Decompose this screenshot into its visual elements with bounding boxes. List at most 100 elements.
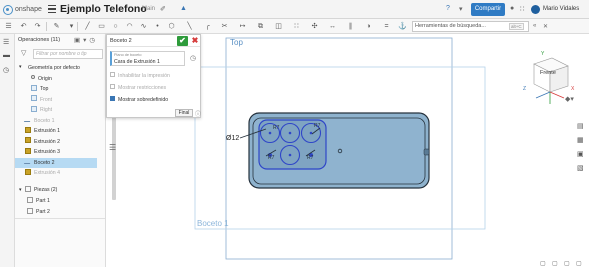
rotate-icon[interactable]: ▢ xyxy=(576,260,582,267)
svg-text:R7: R7 xyxy=(314,123,321,129)
offset-icon[interactable]: ⧉ xyxy=(256,22,265,31)
avatar[interactable] xyxy=(531,5,540,14)
fix-icon[interactable]: ⚓ xyxy=(398,22,407,31)
filter-input[interactable]: Filtrar por nombre o tip xyxy=(33,49,103,59)
pan-icon[interactable]: ▢ xyxy=(564,260,570,267)
circle-icon[interactable]: ○ xyxy=(111,22,120,31)
part-item[interactable]: Part 1 xyxy=(15,196,97,207)
equal-icon[interactable]: = xyxy=(382,22,391,31)
feature-tree-item[interactable]: Extrusión 3 xyxy=(15,147,97,158)
feature-tree-header-icons[interactable]: ▣▾◷ xyxy=(74,36,98,44)
transform-icon[interactable]: ✣ xyxy=(310,22,319,31)
spline-icon[interactable]: ∿ xyxy=(139,22,148,31)
menu-icon[interactable] xyxy=(48,5,56,13)
construction-icon[interactable]: ╲ xyxy=(185,22,194,31)
sketch-dialog-title[interactable]: Boceto 2 xyxy=(110,38,132,44)
final-button[interactable]: Final xyxy=(175,109,193,117)
parts-header[interactable]: ▾ Piezas (2) xyxy=(15,185,97,196)
feature-tree-item[interactable]: Boceto 2 xyxy=(15,157,97,168)
feature-tree-item[interactable]: Right xyxy=(15,105,97,116)
feature-tree-item[interactable]: Extrusión 1 xyxy=(15,126,97,137)
display-style-icon[interactable]: ◆▾ xyxy=(565,95,574,103)
list-icon[interactable]: ☰ xyxy=(109,143,116,152)
history-icon[interactable]: ◷ xyxy=(3,66,9,74)
option-show-constraints[interactable]: Mostrar restricciones xyxy=(110,84,198,93)
redo-icon[interactable]: ↷ xyxy=(33,22,42,31)
viewcube-face-label[interactable]: Frente xyxy=(540,70,556,76)
zoom-fit-icon[interactable]: ▢ xyxy=(540,260,546,267)
sketch-plane-field[interactable]: Plano de boceto Cara de Extrusión 1 xyxy=(110,51,185,66)
apps-grid-icon[interactable]: ∷ xyxy=(520,5,524,13)
feature-tree-item[interactable]: Origin xyxy=(15,74,97,85)
feature-tree-item-label: Top xyxy=(40,86,49,92)
constraint-icon[interactable]: ∥ xyxy=(346,22,355,31)
point-icon[interactable]: • xyxy=(153,22,162,31)
feature-tree-item[interactable]: Extrusión 4 xyxy=(15,168,97,179)
line-icon[interactable]: ╱ xyxy=(83,22,92,31)
graduation-cap-icon[interactable]: ▲ xyxy=(180,5,187,12)
diameter-dimension[interactable]: Ø12 xyxy=(226,135,239,142)
link-icon[interactable]: ✐ xyxy=(160,5,166,13)
tangent-icon[interactable]: ◑ xyxy=(364,22,373,31)
feature-tree-item[interactable]: ▾ Geometría por defecto xyxy=(15,63,97,74)
phone-button[interactable] xyxy=(423,148,430,156)
help-icon[interactable]: ? xyxy=(446,5,450,12)
undo-icon[interactable]: ↶ xyxy=(19,22,28,31)
appearance-icon[interactable]: ▧ xyxy=(577,164,584,172)
bell-icon[interactable]: ● xyxy=(510,5,514,12)
option-show-overdefined[interactable]: Mostrar sobredefinido xyxy=(110,96,198,105)
plane-label-sketch[interactable]: Boceto 1 xyxy=(197,219,229,228)
feature-tree-item-label: Origin xyxy=(38,75,52,82)
feature-tree-toggle-icon[interactable]: ☰ xyxy=(4,22,13,31)
branch-label[interactable]: Main xyxy=(142,6,155,12)
features-icon[interactable]: ☰ xyxy=(3,38,9,46)
rectangle-icon[interactable]: ▭ xyxy=(97,22,106,31)
fillet-icon[interactable]: ╭ xyxy=(203,22,212,31)
onshape-logo[interactable]: onshape xyxy=(3,4,42,15)
feature-tree-item[interactable]: Top xyxy=(15,84,97,95)
part-item[interactable]: Part 2 xyxy=(15,207,97,218)
part-icon xyxy=(27,207,33,214)
zoom-icon[interactable]: ▢ xyxy=(552,260,558,267)
cancel-button[interactable]: ✖ xyxy=(191,36,199,46)
trim-icon[interactable]: ✂ xyxy=(220,22,229,31)
view-cube[interactable] xyxy=(533,57,569,104)
mirror-icon[interactable]: ◫ xyxy=(274,22,283,31)
pattern-icon[interactable]: ∷ xyxy=(292,22,301,31)
toolbar-collapse-icon[interactable]: ✕ xyxy=(543,23,548,30)
clock-icon[interactable]: ◷ xyxy=(190,54,196,62)
extend-icon[interactable]: ↦ xyxy=(238,22,247,31)
feature-tree-item-label: Extrusión 3 xyxy=(34,149,60,155)
help-icon[interactable]: ⓘ xyxy=(195,109,201,118)
plane-label-top[interactable]: Top xyxy=(230,38,243,47)
view-tool-icon[interactable]: ▤ xyxy=(577,122,584,130)
confirm-button[interactable]: ✔ xyxy=(177,36,188,46)
filter-icon[interactable]: ▽ xyxy=(21,49,26,57)
extrude-icon xyxy=(25,137,31,144)
feature-tree-item[interactable]: Extrusión 2 xyxy=(15,137,97,148)
chevron-down-icon[interactable]: ▾ xyxy=(459,5,463,13)
sketch-dropdown-icon[interactable]: ▾ xyxy=(67,22,76,31)
user-name[interactable]: Mario Vidales xyxy=(543,6,579,12)
feature-tree-item[interactable]: Front xyxy=(15,95,97,106)
display-mode-icon[interactable]: ▣ xyxy=(577,150,584,158)
option-disable-imprinting[interactable]: Inhabilitar la impresión xyxy=(110,72,198,81)
checkbox[interactable] xyxy=(110,84,115,90)
feature-tree-item[interactable]: Boceto 1 xyxy=(15,116,97,127)
sketch-plane-value: Cara de Extrusión 1 xyxy=(114,59,160,65)
plane-icon xyxy=(31,84,37,91)
share-button[interactable]: Compartir xyxy=(471,3,505,16)
svg-text:R7: R7 xyxy=(273,125,280,131)
checkbox[interactable] xyxy=(110,72,115,78)
chevron-down-icon[interactable]: ▾ xyxy=(19,64,25,70)
dimension-icon[interactable]: ↔ xyxy=(328,22,337,31)
extrude-icon xyxy=(25,168,31,175)
checkbox[interactable] xyxy=(110,96,115,102)
comments-icon[interactable]: ▬ xyxy=(3,52,10,59)
document-title[interactable]: Ejemplo Telefono xyxy=(60,3,147,15)
section-view-icon[interactable]: ▦ xyxy=(577,136,584,144)
sketch-tool-icon[interactable]: ✎ xyxy=(52,22,61,31)
toolbar-more-icon[interactable]: « xyxy=(533,23,536,29)
arc-icon[interactable]: ◠ xyxy=(125,22,134,31)
polygon-icon[interactable]: ⬡ xyxy=(167,22,176,31)
